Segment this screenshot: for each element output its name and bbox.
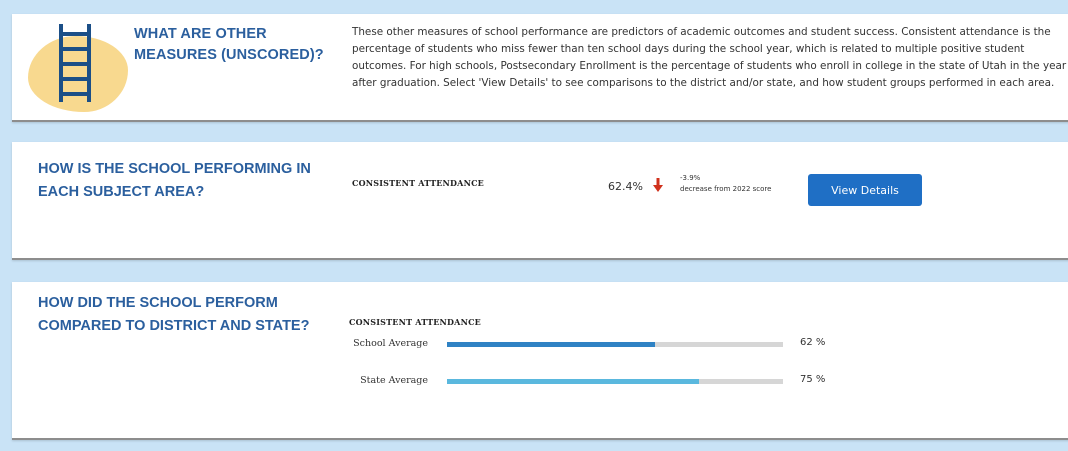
measure-label: CONSISTENT ATTENDANCE (349, 317, 481, 327)
bar-fill-state (447, 379, 699, 384)
measure-label: CONSISTENT ATTENDANCE (352, 178, 484, 188)
arrow-down-icon (653, 178, 663, 192)
intro-description: These other measures of school performan… (352, 26, 1067, 89)
bar-label-state: State Average (360, 375, 428, 386)
intro-heading: WHAT ARE OTHER MEASURES (UNSCORED)? (134, 26, 324, 63)
ladder-icon (59, 24, 91, 102)
bar-label-school: School Average (353, 338, 428, 349)
subject-section-heading: HOW IS THE SCHOOL PERFORMING IN EACH SUB… (38, 161, 311, 200)
intro-card: WHAT ARE OTHER MEASURES (UNSCORED)? Thes… (12, 14, 1068, 122)
bar-value-state: 75 % (800, 374, 826, 385)
score-change-text: decrease from 2022 score (680, 185, 772, 193)
comparison-card: HOW DID THE SCHOOL PERFORM COMPARED TO D… (12, 282, 1068, 440)
bar-track-school (447, 342, 783, 347)
bar-track-state (447, 379, 783, 384)
subject-performance-card: HOW IS THE SCHOOL PERFORMING IN EACH SUB… (12, 142, 1068, 260)
bar-value-school: 62 % (800, 337, 826, 348)
attendance-score: 62.4% (608, 180, 643, 193)
bar-fill-school (447, 342, 656, 347)
score-change-value: -3.9% (680, 174, 701, 182)
compare-section-heading: HOW DID THE SCHOOL PERFORM COMPARED TO D… (38, 295, 310, 334)
view-details-button[interactable]: View Details (808, 174, 922, 206)
